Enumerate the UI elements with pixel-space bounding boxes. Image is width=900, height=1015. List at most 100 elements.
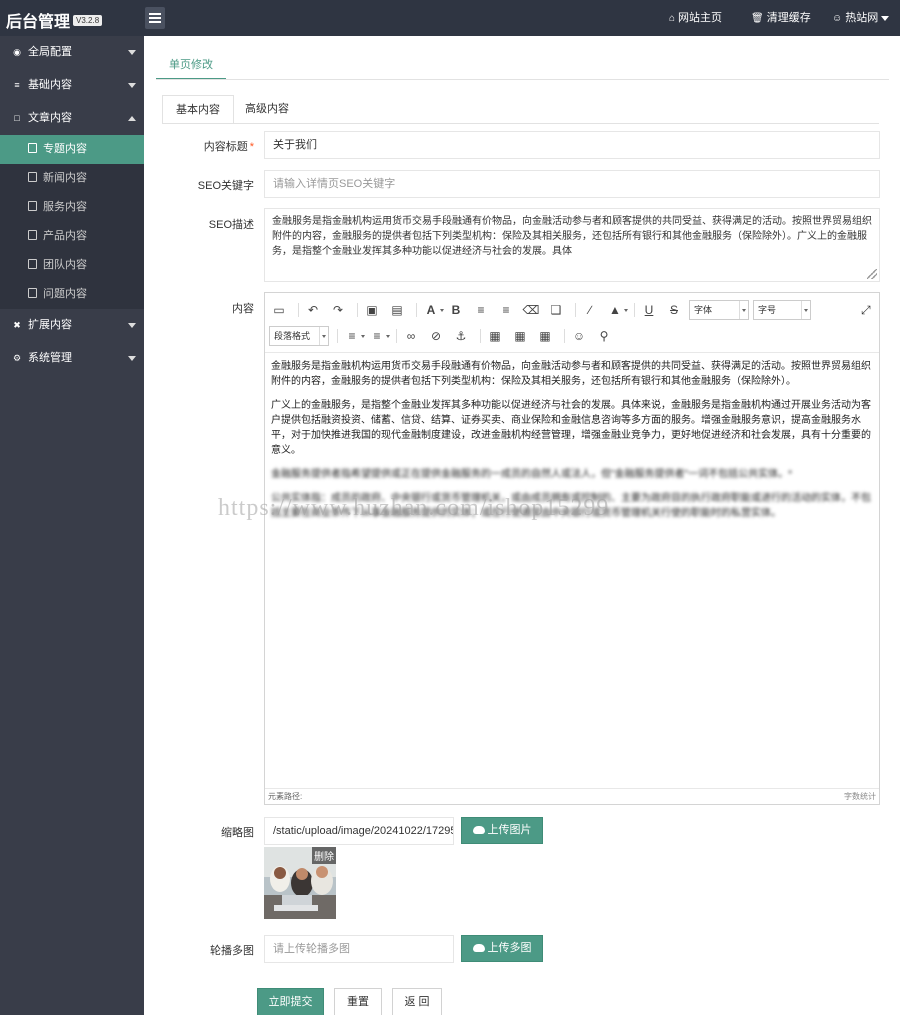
- unordered-list-icon[interactable]: ≡: [367, 326, 390, 346]
- cloud-upload-icon: [472, 826, 485, 834]
- upload-multi-button[interactable]: 上传多图: [461, 935, 543, 962]
- table-insert-icon[interactable]: ▦: [510, 326, 530, 346]
- sidebar-item-product[interactable]: 产品内容: [0, 222, 144, 251]
- gear-icon: ⚙: [12, 353, 22, 363]
- editor-toolbar: ▭ ↶ ↷ ▣ ▤ A B ≡ ≡ ⌫ ❑ ∕ ▲ U S 字体 字号 段落格式…: [265, 293, 879, 353]
- chevron-down-icon: [128, 83, 136, 88]
- file-icon: [28, 201, 37, 211]
- sidebar-item-team[interactable]: 团队内容: [0, 251, 144, 280]
- undo-icon[interactable]: ↶: [303, 300, 323, 320]
- highlight-icon[interactable]: ▲: [605, 300, 628, 320]
- sidebar-item-topic[interactable]: 专题内容: [0, 135, 144, 164]
- align-left-icon[interactable]: ≡: [471, 300, 491, 320]
- back-button[interactable]: 返 回: [392, 988, 442, 1015]
- sidebar: ◉ 全局配置 ≡ 基础内容 □ 文章内容 专题内容 新闻内容 服务内容 产品内容 团队…: [0, 36, 144, 1015]
- font-family-select[interactable]: 字体: [689, 300, 749, 320]
- underline-icon[interactable]: U: [639, 300, 659, 320]
- main-content: 单页修改 基本内容 高级内容 内容标题 * 关于我们 SEO关键字 请输入详情页S…: [144, 36, 900, 1015]
- reset-button[interactable]: 重置: [334, 988, 382, 1015]
- tab-basic-content[interactable]: 基本内容: [162, 95, 234, 124]
- tab-page-edit[interactable]: 单页修改: [156, 54, 226, 80]
- element-path-label: 元素路径:: [268, 792, 303, 801]
- user-icon: ☺: [832, 13, 843, 24]
- sidebar-group-extension[interactable]: ✖ 扩展内容: [0, 309, 144, 342]
- file-icon: [28, 288, 37, 298]
- paragraph-format-select[interactable]: 段落格式: [269, 326, 329, 346]
- thumbnail-label: 缩略图: [221, 827, 254, 839]
- required-mark: *: [249, 141, 254, 153]
- brush-icon[interactable]: ∕: [580, 300, 600, 320]
- editor-paragraph: 广义上的金融服务，是指整个金融业发挥其多种功能以促进经济与社会的发展。具体来说，…: [271, 400, 871, 456]
- search-replace-icon[interactable]: ⚲: [594, 326, 614, 346]
- word-count-label: 字数统计: [844, 792, 876, 801]
- sidebar-group-global-config[interactable]: ◉ 全局配置: [0, 36, 144, 69]
- file-icon: □: [14, 113, 20, 123]
- home-icon: ⌂: [669, 13, 676, 24]
- chevron-up-icon: [128, 116, 136, 121]
- chevron-down-icon: [801, 301, 810, 319]
- user-menu[interactable]: ☺ 热站网: [832, 0, 890, 36]
- thumbnail-path-input[interactable]: /static/upload/image/20241022/172957: [264, 817, 454, 845]
- eraser-icon[interactable]: ⌫: [521, 300, 541, 320]
- trash-icon: 🗑: [751, 13, 764, 24]
- insert-media-icon[interactable]: ▤: [387, 300, 407, 320]
- insert-image-icon[interactable]: ▣: [362, 300, 382, 320]
- submit-button[interactable]: 立即提交: [257, 988, 324, 1015]
- menu-toggle-button[interactable]: [145, 7, 165, 29]
- home-link[interactable]: ⌂ 网站主页: [669, 0, 722, 36]
- seo-description-text: 金融服务是指金融机构运用货币交易手段融通有价物品，向金融活动参与者和顾客提供的共…: [272, 216, 872, 257]
- seo-description-label: SEO描述: [208, 219, 254, 231]
- title-label: 内容标题 *: [203, 141, 254, 153]
- format-paint-icon[interactable]: ❑: [546, 300, 566, 320]
- content-label: 内容: [232, 303, 254, 315]
- editor-body[interactable]: 金融服务是指金融机构运用货币交易手段融通有价物品，向金融活动参与者和顾客提供的共…: [265, 353, 879, 536]
- resize-handle-icon[interactable]: [867, 269, 877, 279]
- fullscreen-icon[interactable]: ⤢: [861, 303, 871, 317]
- redo-icon[interactable]: ↷: [328, 300, 348, 320]
- font-size-select[interactable]: 字号: [753, 300, 811, 320]
- chevron-down-icon: [128, 50, 136, 55]
- strikethrough-icon[interactable]: S: [664, 300, 684, 320]
- delete-thumbnail-button[interactable]: 删除: [312, 847, 336, 864]
- editor-paragraph: 金融服务提供者指希望提供或正在提供金融服务的一成员的自然人或法人，但"金融服务提…: [271, 469, 792, 480]
- unlink-icon[interactable]: ⊘: [426, 326, 446, 346]
- seo-description-textarea[interactable]: 金融服务是指金融机构运用货币交易手段融通有价物品，向金融活动参与者和顾客提供的共…: [264, 208, 880, 282]
- sidebar-group-article-content[interactable]: □ 文章内容: [0, 102, 144, 135]
- thumbnail-preview: 删除: [264, 847, 336, 919]
- chevron-down-icon: [319, 327, 328, 345]
- sliders-icon: ≡: [14, 80, 20, 90]
- sidebar-item-service[interactable]: 服务内容: [0, 193, 144, 222]
- editor-status-bar: 元素路径: 字数统计: [265, 788, 879, 804]
- upload-image-button[interactable]: 上传图片: [461, 817, 543, 844]
- tools-icon: ✖: [13, 320, 21, 330]
- chevron-down-icon: [128, 323, 136, 328]
- cloud-upload-icon: [472, 944, 485, 952]
- sidebar-group-system[interactable]: ⚙ 系统管理: [0, 342, 144, 375]
- rich-text-editor: ▭ ↶ ↷ ▣ ▤ A B ≡ ≡ ⌫ ❑ ∕ ▲ U S 字体 字号 段落格式…: [264, 292, 880, 805]
- sidebar-group-basic-content[interactable]: ≡ 基础内容: [0, 69, 144, 102]
- title-input[interactable]: 关于我们: [264, 131, 880, 159]
- link-icon[interactable]: ∞: [401, 326, 421, 346]
- ordered-list-icon[interactable]: ≡: [342, 326, 365, 346]
- table-delete-icon[interactable]: ▦: [535, 326, 555, 346]
- sidebar-item-faq[interactable]: 问题内容: [0, 280, 144, 309]
- align-center-icon[interactable]: ≡: [496, 300, 516, 320]
- sidebar-subnav: 专题内容 新闻内容 服务内容 产品内容 团队内容 问题内容: [0, 135, 144, 309]
- chevron-down-icon: [739, 301, 748, 319]
- chevron-down-icon: [881, 15, 890, 21]
- seo-keywords-input[interactable]: 请输入详情页SEO关键字: [264, 170, 880, 198]
- version-badge: V3.2.8: [73, 15, 103, 27]
- font-color-icon[interactable]: A: [421, 300, 444, 320]
- tab-advanced-content[interactable]: 高级内容: [232, 95, 302, 124]
- bold-icon[interactable]: B: [446, 300, 466, 320]
- carousel-input[interactable]: 请上传轮播多图: [264, 935, 454, 963]
- file-icon: [28, 230, 37, 240]
- source-code-icon[interactable]: ▭: [269, 300, 289, 320]
- anchor-icon[interactable]: ⚓: [451, 326, 471, 346]
- file-icon: [28, 259, 37, 269]
- clear-cache-link[interactable]: 🗑 清理缓存: [751, 0, 811, 36]
- sidebar-item-news[interactable]: 新闻内容: [0, 164, 144, 193]
- table-icon[interactable]: ▦: [485, 326, 505, 346]
- app-logo[interactable]: 后台管理 V3.2.8: [6, 8, 103, 32]
- emoji-icon[interactable]: ☺: [569, 326, 589, 346]
